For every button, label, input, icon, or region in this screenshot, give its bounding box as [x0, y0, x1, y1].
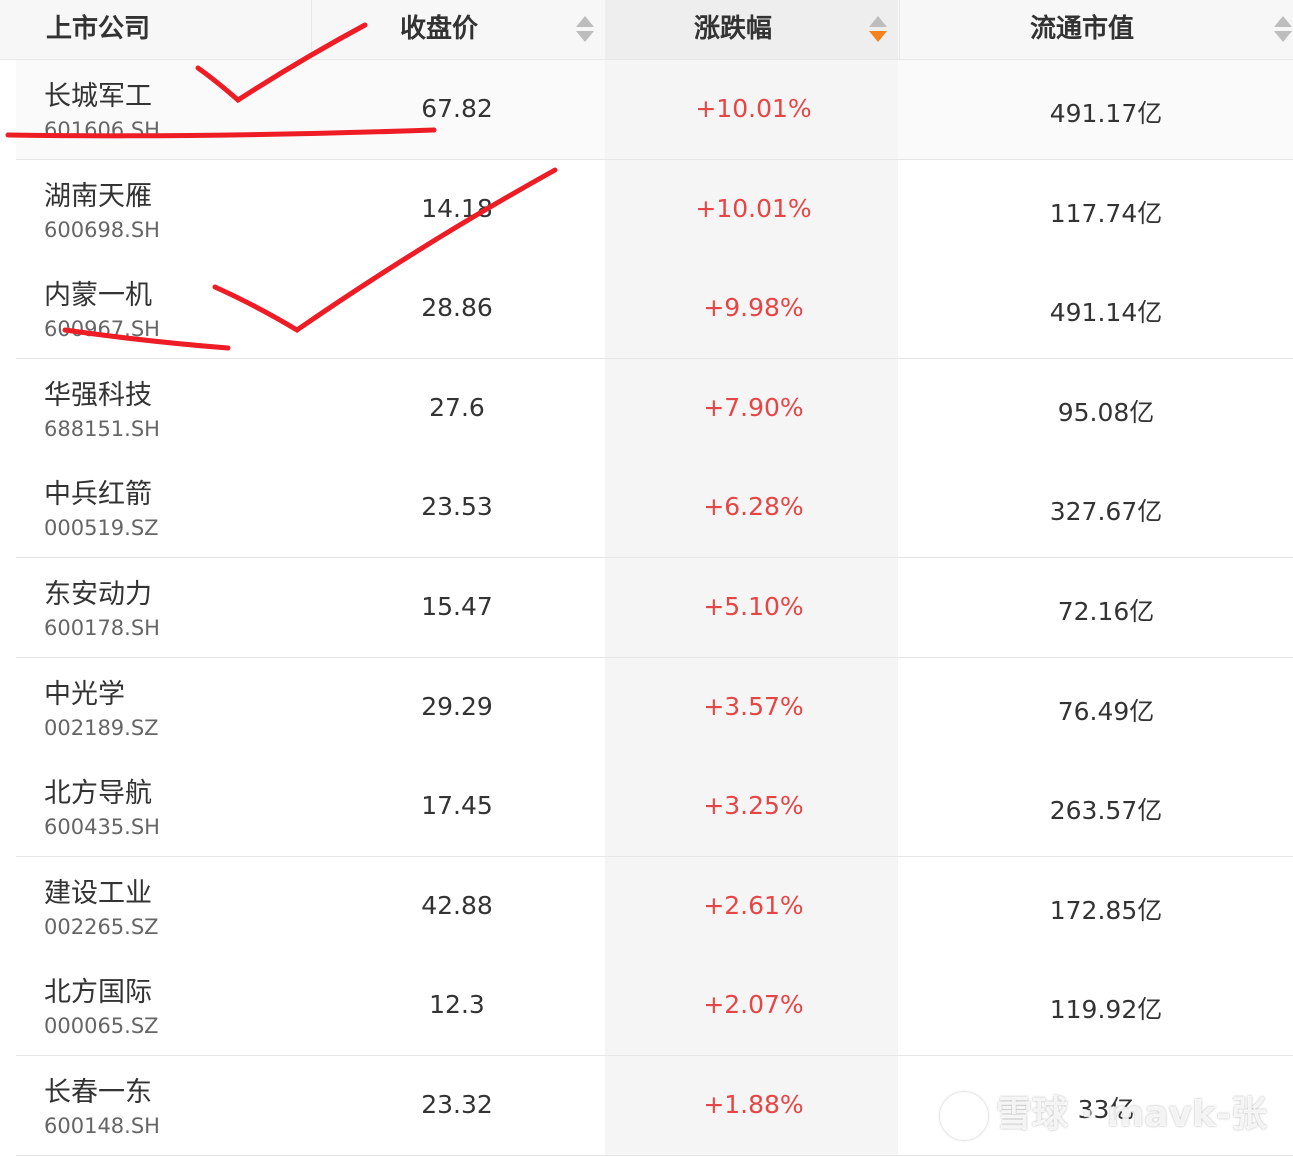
watermark: 雪球 · mavk-张 — [940, 1085, 1267, 1140]
handwritten-annotations — [5, 22, 558, 351]
snowball-logo-icon — [940, 1092, 988, 1140]
checkmark-annotation — [212, 167, 558, 333]
underline-annotation — [5, 127, 437, 139]
underline-annotation — [62, 327, 231, 351]
checkmark-annotation — [195, 22, 368, 104]
